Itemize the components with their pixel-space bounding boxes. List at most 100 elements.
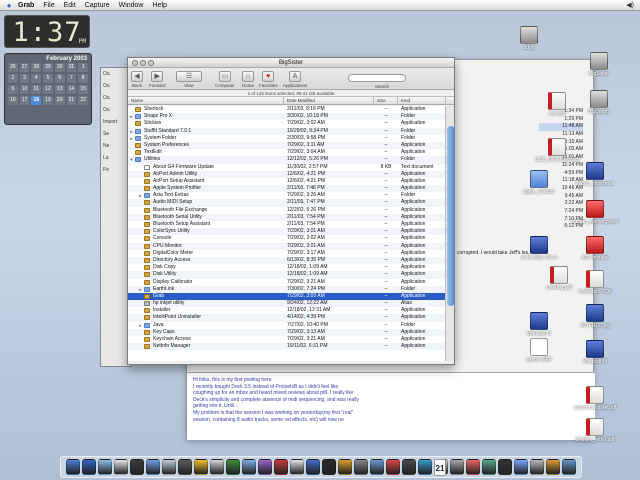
menu-capture[interactable]: Capture xyxy=(85,2,110,9)
desktop-icon[interactable]: amazonwishlist.pdf xyxy=(566,386,624,411)
dock-app-icon[interactable] xyxy=(146,459,160,475)
file-row[interactable]: Apple System Profiler 2/11/03, 7:48 PM -- A… xyxy=(128,185,446,193)
calendar-day[interactable]: 15 xyxy=(78,85,88,94)
file-row[interactable]: Disk Utility 12/18/02, 1:09 AM -- Applicati… xyxy=(128,271,446,279)
calendar-day[interactable]: 31 xyxy=(66,63,77,72)
dock-app-icon[interactable] xyxy=(162,459,176,475)
file-row[interactable]: Directory Access 6/13/02, 8:35 PM -- Applic… xyxy=(128,256,446,265)
dock-app-icon[interactable] xyxy=(514,459,528,475)
dock-app-icon[interactable] xyxy=(130,459,144,475)
file-row[interactable]: Sherlock 2/11/03, 8:16 PM -- Application xyxy=(128,106,446,114)
dock-app-icon[interactable] xyxy=(82,459,96,475)
desktop-icon[interactable]: human_warnings.swf xyxy=(566,200,624,225)
desktop-icon[interactable]: ccis.pdf xyxy=(528,92,586,117)
file-row[interactable]: ▸ System Folder 2/30/03, 9:58 PM -- Folder xyxy=(128,134,446,142)
file-row[interactable]: Grab 7/29/02, 3:03 AM -- Application xyxy=(128,292,446,301)
scrollbar-thumb[interactable] xyxy=(447,126,454,306)
dock-app-icon[interactable] xyxy=(386,459,400,475)
disclosure-triangle-icon[interactable]: ▸ xyxy=(128,113,135,120)
column-header-size[interactable]: Size xyxy=(374,97,398,104)
window-titlebar[interactable]: BigSister xyxy=(128,58,454,68)
file-row[interactable]: Bluetooth Serial Utility 2/11/03, 7:54 PM… xyxy=(128,213,446,221)
desktop-icon[interactable]: Warcraft III xyxy=(510,312,568,337)
dock-app-icon[interactable] xyxy=(98,459,112,475)
dock-app-icon[interactable] xyxy=(530,459,544,475)
file-row[interactable]: AirPort Admin Utility 12/6/02, 4:21 PM -- A… xyxy=(128,170,446,178)
disclosure-triangle-icon[interactable]: ▸ xyxy=(137,322,144,329)
file-row[interactable]: ▾ Utilities 12/12/02, 5:26 PM -- Folder xyxy=(128,156,446,164)
dock-app-icon[interactable] xyxy=(482,459,496,475)
file-row[interactable]: NetInfo Manager 10/11/02, 6:31 PM -- Applic… xyxy=(128,343,446,351)
calendar-day[interactable]: 6 xyxy=(54,74,65,83)
menu-window[interactable]: Window xyxy=(119,2,144,9)
desktop-icon[interactable]: er for Mac OS X xyxy=(510,236,568,261)
file-row[interactable]: Bluetooth Setup Assistant 2/11/03, 7:54 P… xyxy=(128,221,446,229)
file-row[interactable]: AirPort Setup Assistant 12/6/02, 4:21 PM -… xyxy=(128,177,446,186)
minimize-button[interactable] xyxy=(140,60,146,66)
finder-window[interactable]: BigSister ◀ Back ▶ Forward ☰ View ▭ Computer… xyxy=(127,57,455,365)
apple-logo-icon[interactable]: ● xyxy=(0,1,18,10)
file-row[interactable]: Bluetooth File Exchange 12/2/02, 5:26 PM -… xyxy=(128,206,446,214)
menu-edit[interactable]: Edit xyxy=(64,2,76,9)
dock-app-icon[interactable] xyxy=(306,459,320,475)
ical-date-icon[interactable]: 21 xyxy=(434,459,446,476)
dock-app-icon[interactable] xyxy=(418,459,432,475)
file-row[interactable]: ▸ StuffIt Standard 7.0.1 10/29/02, 9:34 PM… xyxy=(128,127,446,135)
calendar-day[interactable]: 1 xyxy=(78,63,88,72)
home-button[interactable]: ⌂ Home xyxy=(242,71,254,88)
menu-app-name[interactable]: Grab xyxy=(18,2,34,9)
calendar-day[interactable]: 27 xyxy=(19,63,30,72)
view-button[interactable]: ☰ View xyxy=(176,71,202,88)
dock-app-icon[interactable] xyxy=(338,459,352,475)
calendar-day[interactable]: 4 xyxy=(31,74,42,83)
dock-app-icon[interactable] xyxy=(242,459,256,475)
file-row[interactable]: Keychain Access 7/29/02, 3:21 AM -- Applica… xyxy=(128,336,446,344)
file-row[interactable]: ▸ EarthLink 7/30/02, 7:24 PM -- Folder xyxy=(128,285,446,293)
calendar-day[interactable]: 11 xyxy=(31,85,42,94)
calendar-day[interactable]: 19 xyxy=(43,96,53,105)
calendar-day[interactable]: 3 xyxy=(19,74,30,83)
column-header-kind[interactable]: Kind xyxy=(398,97,446,104)
dock-app-icon[interactable] xyxy=(450,459,464,475)
calendar-day[interactable]: 9 xyxy=(8,85,18,94)
calendar-day[interactable]: 22 xyxy=(78,96,88,105)
file-row[interactable]: Key Caps 7/29/02, 3:13 AM -- Application xyxy=(128,328,446,336)
file-row[interactable]: DigitalColor Meter 7/29/02, 3:17 AM -- Appl… xyxy=(128,249,446,257)
file-row[interactable]: IntelliPoint Uninstaller 4/14/02, 4:39 PM… xyxy=(128,314,446,322)
mail-message-time[interactable]: 11:48 AM xyxy=(539,123,583,132)
forward-button[interactable]: ▶ Forward xyxy=(149,71,166,88)
desktop-icon[interactable]: 1226_NOV.NEW.pdf xyxy=(528,138,586,163)
file-row[interactable]: ▸ Java 7/27/02, 10:40 PM -- Folder xyxy=(128,321,446,329)
calendar-day[interactable]: 30 xyxy=(54,63,65,72)
desktop-icon[interactable]: track2_show.mov xyxy=(566,162,624,187)
desktop-icon[interactable]: ddrty xyxy=(500,26,558,51)
calendar-day[interactable]: 12 xyxy=(43,85,53,94)
volume-icon[interactable]: ◀) xyxy=(626,1,634,9)
disclosure-triangle-open-icon[interactable]: ▾ xyxy=(128,156,135,163)
file-row[interactable]: Console 7/29/02, 3:02 AM -- Application xyxy=(128,235,446,243)
dock-app-icon[interactable] xyxy=(274,459,288,475)
desktop-icon[interactable]: TaxReturn.PDF xyxy=(566,270,624,295)
dock-app-icon[interactable] xyxy=(194,459,208,475)
desktop-icon[interactable]: JSTFRLD.ipg xyxy=(566,304,624,329)
desktop-icon[interactable]: 420 minutes xyxy=(566,236,624,261)
disclosure-triangle-icon[interactable]: ▸ xyxy=(128,135,135,142)
file-row[interactable]: TextEdit 7/29/02, 3:04 AM -- Application xyxy=(128,149,446,157)
dock-app-icon[interactable] xyxy=(322,459,336,475)
file-row[interactable]: CPU Monitor 7/29/02, 3:01 AM -- Application xyxy=(128,242,446,250)
file-row[interactable]: Installer 12/18/02, 12:31 AM -- Application xyxy=(128,307,446,315)
search-field[interactable] xyxy=(348,74,406,82)
dock-app-icon[interactable] xyxy=(258,459,272,475)
calendar-day[interactable]: 28 xyxy=(31,63,42,72)
dock-app-icon[interactable] xyxy=(114,459,128,475)
disclosure-triangle-icon[interactable]: ▸ xyxy=(128,128,135,135)
calendar-day[interactable]: 17 xyxy=(19,96,30,105)
menu-help[interactable]: Help xyxy=(153,2,167,9)
file-row[interactable]: Display Calibrator 7/29/02, 3:21 AM -- Appl… xyxy=(128,278,446,286)
mail-message-body[interactable]: Hi folks, this is my first posting here.… xyxy=(187,372,595,440)
dock-app-icon[interactable] xyxy=(290,459,304,475)
desktop-icon[interactable]: Warcraft III xyxy=(566,340,624,365)
calendar-day[interactable]: 18 xyxy=(31,96,42,105)
dock-app-icon[interactable] xyxy=(210,459,224,475)
calendar-day[interactable]: 29 xyxy=(43,63,53,72)
